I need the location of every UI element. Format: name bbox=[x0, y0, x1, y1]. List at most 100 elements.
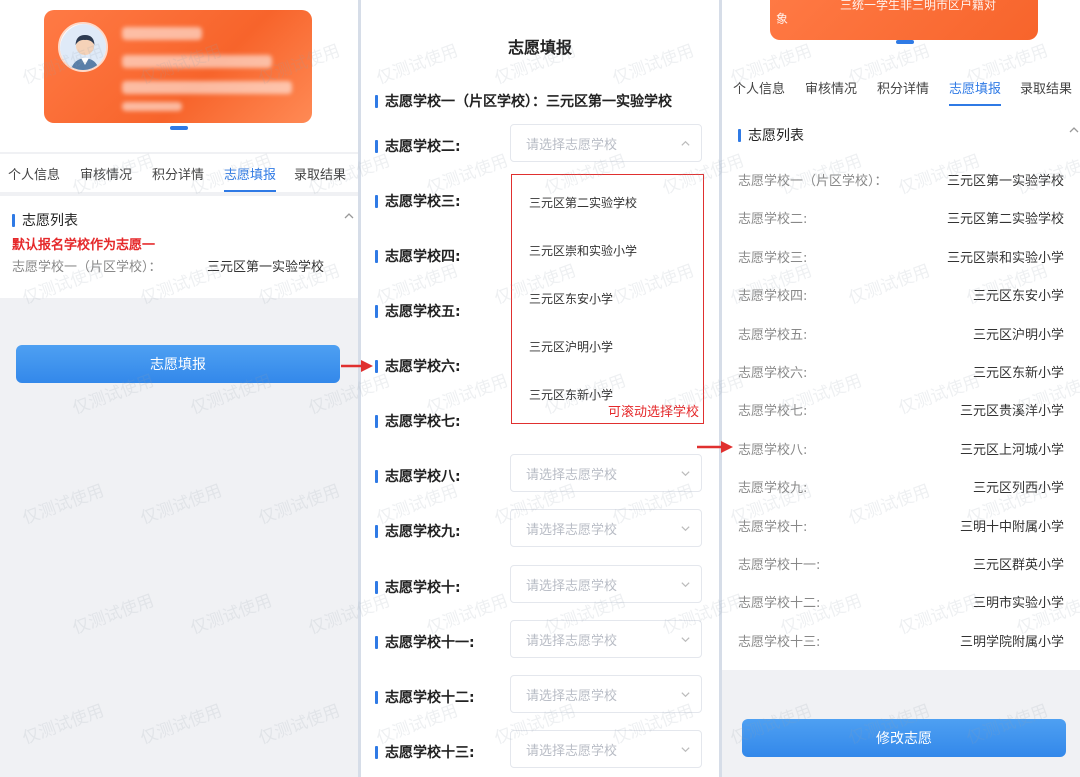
profile-header bbox=[0, 0, 358, 152]
default-school-note: 默认报名学校作为志愿一 bbox=[12, 238, 156, 253]
school-select[interactable]: 请选择志愿学校 bbox=[510, 454, 702, 492]
tab-bar: 个人信息 审核情况 积分详情 志愿填报 录取结果 bbox=[0, 154, 358, 192]
school-dropdown[interactable]: 三元区第二实验学校 三元区崇和实验小学 三元区东安小学 三元区沪明小学 三元区东… bbox=[511, 174, 704, 424]
dropdown-option[interactable]: 三元区第二实验学校 bbox=[529, 194, 637, 211]
volunteer-list-card: 志愿列表 默认报名学校作为志愿一 志愿学校一（片区学校）： 三元区第一实验学校 bbox=[0, 196, 358, 298]
volunteer-row-label: 志愿学校八: bbox=[738, 442, 808, 458]
school-select[interactable]: 请选择志愿学校 bbox=[510, 509, 702, 547]
volunteer-row-label: 志愿学校六: bbox=[738, 366, 808, 381]
tab-admission-result[interactable]: 录取结果 bbox=[1020, 78, 1072, 97]
field-label: 志愿学校八: bbox=[375, 466, 461, 486]
field-label: 志愿学校六: bbox=[375, 356, 461, 376]
volunteer-row-value: 三元区沪明小学 bbox=[972, 327, 1064, 343]
carousel-indicator bbox=[170, 126, 188, 130]
arrow-right-icon bbox=[341, 360, 373, 372]
tab-admission-result[interactable]: 录取结果 bbox=[294, 164, 346, 183]
volunteer-row-value: 三元区列西小学 bbox=[972, 481, 1064, 497]
tab-volunteer-fill[interactable]: 志愿填报 bbox=[224, 164, 277, 192]
profile-card bbox=[44, 10, 312, 123]
volunteer-row-label: 志愿学校三: bbox=[738, 250, 808, 266]
dropdown-option[interactable]: 三元区东安小学 bbox=[529, 290, 613, 307]
field-label: 志愿学校五: bbox=[375, 301, 461, 321]
chevron-up-icon bbox=[681, 140, 690, 146]
volunteer-row-value: 三元区第一实验学校 bbox=[207, 260, 325, 275]
school-select[interactable]: 请选择志愿学校 bbox=[510, 730, 702, 768]
volunteer-list-card: 志愿列表 志愿学校一（片区学校）： 三元区第一实验学校 志愿学校二: 三元区第二实验学… bbox=[722, 112, 1080, 670]
blurred-info bbox=[122, 55, 272, 68]
tab-points-details[interactable]: 积分详情 bbox=[877, 78, 929, 97]
arrow-right-icon bbox=[697, 441, 733, 453]
chevron-down-icon bbox=[681, 471, 690, 477]
chevron-down-icon bbox=[681, 526, 690, 532]
dropdown-option[interactable]: 三元区崇和实验小学 bbox=[529, 242, 637, 259]
volunteer-row-label: 志愿学校十: bbox=[738, 519, 808, 535]
chevron-down-icon bbox=[681, 637, 690, 643]
volunteer-row-value: 三明市实验小学 bbox=[972, 596, 1064, 612]
volunteer-row-value: 三元区上河城小学 bbox=[959, 442, 1064, 458]
school-select[interactable]: 请选择志愿学校 bbox=[510, 124, 702, 162]
volunteer-row-label: 志愿学校七: bbox=[738, 404, 808, 420]
volunteer-row-label: 志愿学校十一: bbox=[738, 558, 821, 573]
volunteer-row-label: 志愿学校十三: bbox=[738, 634, 821, 650]
tab-review-status[interactable]: 审核情况 bbox=[80, 164, 132, 183]
school-select[interactable]: 请选择志愿学校 bbox=[510, 675, 702, 713]
field-label: 志愿学校七: bbox=[375, 411, 461, 431]
volunteer-row-label: 志愿学校十二: bbox=[738, 596, 821, 612]
chevron-up-icon[interactable] bbox=[1068, 124, 1080, 136]
volunteer-row-label: 志愿学校四: bbox=[738, 289, 808, 305]
chevron-up-icon[interactable] bbox=[343, 210, 355, 222]
chevron-down-icon bbox=[681, 747, 690, 753]
volunteer-fill-button[interactable]: 志愿填报 bbox=[16, 345, 340, 383]
field-label: 志愿学校九: bbox=[375, 521, 461, 541]
select-placeholder: 请选择志愿学校 bbox=[526, 633, 618, 649]
tab-bar: 个人信息 审核情况 积分详情 志愿填报 录取结果 bbox=[722, 68, 1080, 106]
tab-points-details[interactable]: 积分详情 bbox=[152, 164, 204, 183]
modify-volunteer-button[interactable]: 修改志愿 bbox=[742, 719, 1066, 757]
section-title: 志愿列表 bbox=[738, 125, 804, 145]
blurred-info bbox=[122, 102, 182, 111]
panel-overview: 个人信息 审核情况 积分详情 志愿填报 录取结果 志愿列表 默认报名学校作为志愿… bbox=[0, 0, 358, 777]
scroll-hint-note: 可滚动选择学校 bbox=[607, 405, 699, 420]
blurred-info bbox=[122, 81, 292, 94]
avatar-icon bbox=[60, 24, 106, 70]
dropdown-option[interactable]: 三元区沪明小学 bbox=[529, 338, 613, 355]
volunteer-row-label: 志愿学校二: bbox=[738, 212, 808, 228]
field-label: 志愿学校二: bbox=[375, 136, 461, 156]
select-placeholder: 请选择志愿学校 bbox=[526, 743, 618, 759]
volunteer-row-value: 三元区东安小学 bbox=[972, 289, 1064, 305]
volunteer-row-value: 三元区群英小学 bbox=[972, 558, 1064, 573]
select-placeholder: 请选择志愿学校 bbox=[526, 522, 618, 538]
profile-card-text: 三统一学生非三明市区户籍对 象 bbox=[776, 0, 997, 26]
tab-personal-info[interactable]: 个人信息 bbox=[733, 78, 785, 97]
tab-volunteer-fill[interactable]: 志愿填报 bbox=[949, 78, 1002, 106]
field-label: 志愿学校十二: bbox=[375, 687, 475, 707]
school-select[interactable]: 请选择志愿学校 bbox=[510, 565, 702, 603]
volunteer-row-label: 志愿学校一（片区学校）： bbox=[12, 260, 162, 275]
volunteer-row-value: 三明学院附属小学 bbox=[959, 634, 1064, 650]
tab-review-status[interactable]: 审核情况 bbox=[805, 78, 857, 97]
select-placeholder: 请选择志愿学校 bbox=[526, 688, 618, 704]
field-label: 志愿学校四: bbox=[375, 246, 461, 266]
volunteer-row-value: 三元区第一实验学校 bbox=[946, 174, 1064, 189]
volunteer-row-value: 三元区贵溪洋小学 bbox=[959, 404, 1064, 420]
chevron-down-icon bbox=[681, 582, 690, 588]
page-title: 志愿填报 bbox=[507, 38, 572, 57]
panel-volunteer-result: 三统一学生非三明市区户籍对 象 个人信息 审核情况 积分详情 志愿填报 录取结果… bbox=[722, 0, 1080, 777]
dropdown-option[interactable]: 三元区东新小学 bbox=[529, 386, 613, 403]
field-label: 志愿学校三: bbox=[375, 191, 461, 211]
volunteer-row-label: 志愿学校一（片区学校）： bbox=[738, 174, 888, 189]
avatar bbox=[58, 22, 108, 72]
section-title: 志愿列表 bbox=[12, 210, 78, 230]
field-label: 志愿学校十一: bbox=[375, 632, 475, 652]
select-placeholder: 请选择志愿学校 bbox=[526, 467, 618, 483]
first-choice-line: 志愿学校一（片区学校）：三元区第一实验学校 bbox=[375, 91, 672, 111]
blurred-name bbox=[122, 27, 202, 40]
school-select[interactable]: 请选择志愿学校 bbox=[510, 620, 702, 658]
tab-personal-info[interactable]: 个人信息 bbox=[8, 164, 60, 183]
volunteer-row-label: 志愿学校五: bbox=[738, 327, 808, 343]
profile-card: 三统一学生非三明市区户籍对 象 bbox=[770, 0, 1038, 40]
chevron-down-icon bbox=[681, 692, 690, 698]
select-placeholder: 请选择志愿学校 bbox=[526, 578, 618, 594]
volunteer-row-value: 三元区东新小学 bbox=[972, 366, 1064, 381]
panel-volunteer-form: 志愿填报 志愿学校一（片区学校）：三元区第一实验学校 志愿学校二: 请选择志愿学校… bbox=[361, 0, 719, 777]
